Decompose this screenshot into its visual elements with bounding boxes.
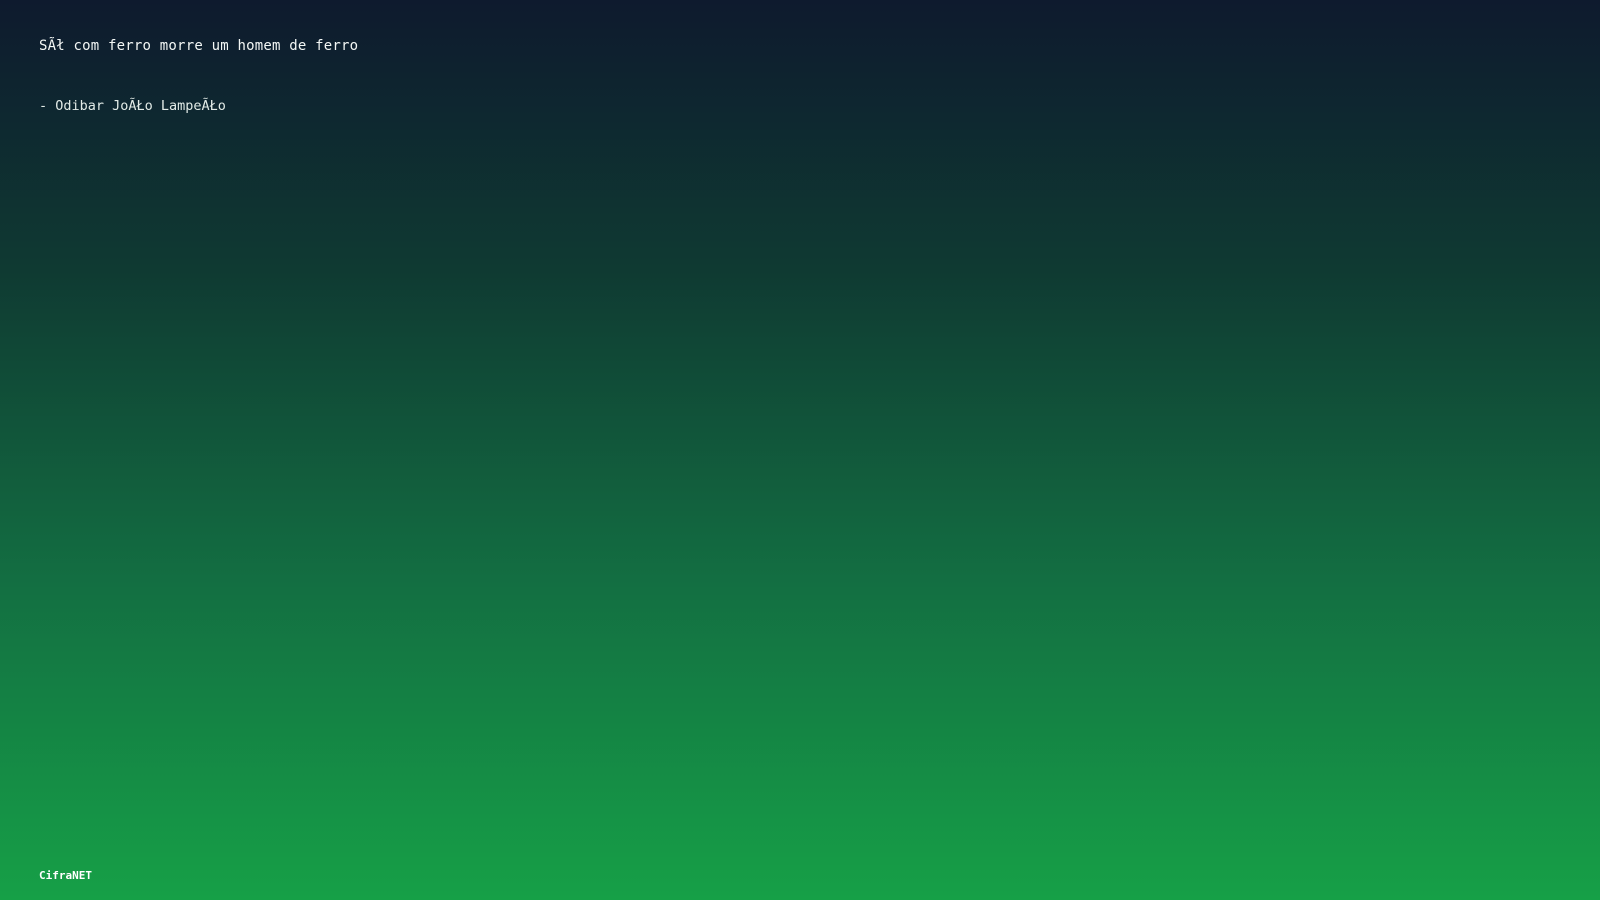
screensaver-screen: SÃł com ferro morre um homem de ferro - …	[0, 0, 1600, 900]
quote-author: - Odibar JoÃŁo LampeÃŁo	[39, 98, 226, 114]
quote-text: SÃł com ferro morre um homem de ferro	[39, 38, 359, 54]
brand-label: CifraNET	[39, 869, 92, 882]
